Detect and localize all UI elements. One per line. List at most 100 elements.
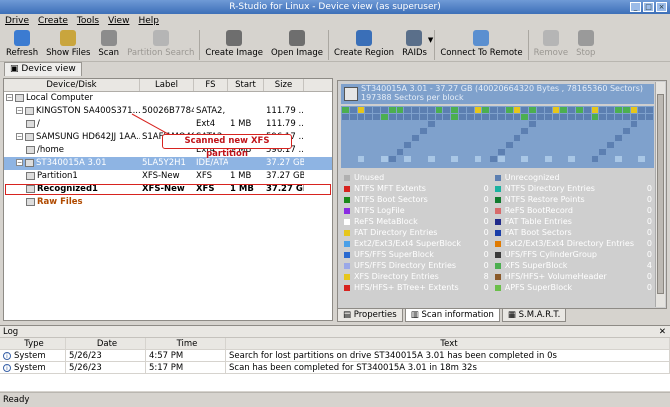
create-region-button[interactable]: Create Region <box>330 28 398 62</box>
close-icon[interactable]: ✕ <box>659 326 666 338</box>
collapse-icon[interactable]: − <box>16 133 23 140</box>
remove-button[interactable]: Remove <box>530 28 573 62</box>
raids-dropdown-icon[interactable]: ▼ <box>428 36 433 44</box>
scan-legend: Unused Unrecognized NTFS MFT Extents 0 NTFS … <box>344 172 654 293</box>
table-row[interactable]: Recognized1 XFS-New XFS 1 MB 37.27 GB <box>4 183 332 196</box>
col-time[interactable]: Time <box>146 338 226 349</box>
minimize-button[interactable]: _ <box>630 2 641 12</box>
tab-scan-information[interactable]: ▥ Scan information <box>404 309 500 322</box>
map-block <box>466 121 474 127</box>
col-date[interactable]: Date <box>66 338 146 349</box>
map-block <box>435 156 443 162</box>
tab-smart[interactable]: ▦ S.M.A.R.T. <box>501 309 567 322</box>
col-fs[interactable]: FS <box>194 79 228 91</box>
map-block <box>420 128 427 134</box>
table-row[interactable]: Partition1 XFS-New XFS 1 MB 37.27 GB <box>4 170 332 183</box>
map-block <box>443 149 451 155</box>
table-row[interactable]: − Local Computer <box>4 92 332 105</box>
legend-swatch <box>494 229 501 236</box>
map-block <box>505 114 513 120</box>
cell-fs: XFS <box>196 184 215 194</box>
legend-item: NTFS Directory Entries 0 <box>494 183 654 194</box>
scan-block-map[interactable] <box>341 106 654 168</box>
map-block <box>537 114 544 120</box>
cell-start <box>228 92 264 105</box>
open-image-button[interactable]: Open Image <box>267 28 327 62</box>
table-row[interactable]: −ST340015A 3.015LA5Y2H1IDE/ATAPI, HDD37.… <box>4 157 332 170</box>
map-block <box>576 121 583 127</box>
tab-device-view[interactable]: ▣ Device view <box>4 62 82 76</box>
collapse-icon[interactable]: − <box>16 159 23 166</box>
col-size[interactable]: Size <box>264 79 304 91</box>
map-block <box>357 156 365 162</box>
map-block <box>365 135 373 141</box>
map-block <box>435 114 443 120</box>
refresh-button[interactable]: Refresh <box>2 28 42 62</box>
scrollbar-thumb[interactable] <box>657 94 664 294</box>
map-block <box>560 128 568 134</box>
partition-search-icon <box>152 30 169 46</box>
map-block <box>490 149 497 155</box>
map-block <box>646 142 653 148</box>
menu-tools[interactable]: Tools <box>77 14 99 28</box>
device-table-header: Device/Disk Label FS Start Size <box>4 79 332 92</box>
log-row[interactable]: i System 5/26/23 5:17 PM Scan has been co… <box>0 362 670 374</box>
legend-swatch <box>344 262 350 269</box>
map-block <box>646 121 653 127</box>
menu-view[interactable]: View <box>108 14 129 28</box>
map-block <box>513 128 521 134</box>
partition-search-button[interactable]: Partition Search <box>123 28 198 62</box>
map-block <box>513 121 521 127</box>
map-block <box>537 135 544 141</box>
connect-remote-icon <box>473 30 490 46</box>
legend-item: ReFS MetaBlock 0 <box>344 216 491 227</box>
map-block <box>349 149 357 155</box>
refresh-icon <box>14 30 31 46</box>
collapse-icon[interactable]: − <box>6 94 13 101</box>
map-block <box>591 156 599 162</box>
col-text[interactable]: Text <box>226 338 670 349</box>
scan-button[interactable]: Scan <box>94 28 123 62</box>
show-files-button[interactable]: Show Files <box>42 28 94 62</box>
map-block <box>521 135 529 141</box>
map-block <box>482 128 490 134</box>
map-block <box>568 142 575 148</box>
collapse-icon[interactable]: − <box>16 107 23 114</box>
menu-create[interactable]: Create <box>38 14 68 28</box>
tab-properties[interactable]: ▤ Properties <box>337 309 403 322</box>
menu-drive[interactable]: Drive <box>5 14 29 28</box>
map-block <box>427 156 435 162</box>
map-block <box>482 156 490 162</box>
device-name: Partition1 <box>37 171 78 181</box>
legend-swatch <box>344 229 350 236</box>
map-block <box>498 128 505 134</box>
maximize-button[interactable]: □ <box>643 2 654 12</box>
map-block <box>560 121 568 127</box>
connect-remote-button[interactable]: Connect To Remote <box>436 28 526 62</box>
map-block <box>560 156 568 162</box>
col-start[interactable]: Start <box>228 79 264 91</box>
legend-item: NTFS Restore Points 0 <box>494 194 654 205</box>
legend-item: ReFS BootRecord 0 <box>494 205 654 216</box>
map-block <box>529 107 536 113</box>
cell-start <box>228 196 264 209</box>
raids-button[interactable]: RAIDs <box>398 28 431 62</box>
create-image-button[interactable]: Create Image <box>201 28 267 62</box>
map-block <box>427 107 435 113</box>
legend-swatch <box>344 273 350 280</box>
map-block <box>646 107 653 113</box>
map-block <box>521 121 529 127</box>
legend-item: UFS/FFS SuperBlock 0 <box>344 249 491 260</box>
stop-button[interactable]: Stop <box>572 28 599 62</box>
scan-scrollbar[interactable] <box>655 82 665 307</box>
table-row[interactable]: Raw Files <box>4 196 332 209</box>
log-row[interactable]: i System 5/26/23 4:57 PM Search for lost … <box>0 350 670 362</box>
map-block <box>521 142 529 148</box>
col-label[interactable]: Label <box>140 79 194 91</box>
close-button[interactable]: × <box>656 2 667 12</box>
col-device[interactable]: Device/Disk <box>4 79 140 91</box>
col-type[interactable]: Type <box>0 338 66 349</box>
menu-help[interactable]: Help <box>138 14 159 28</box>
map-block <box>396 107 404 113</box>
map-block <box>381 135 388 141</box>
